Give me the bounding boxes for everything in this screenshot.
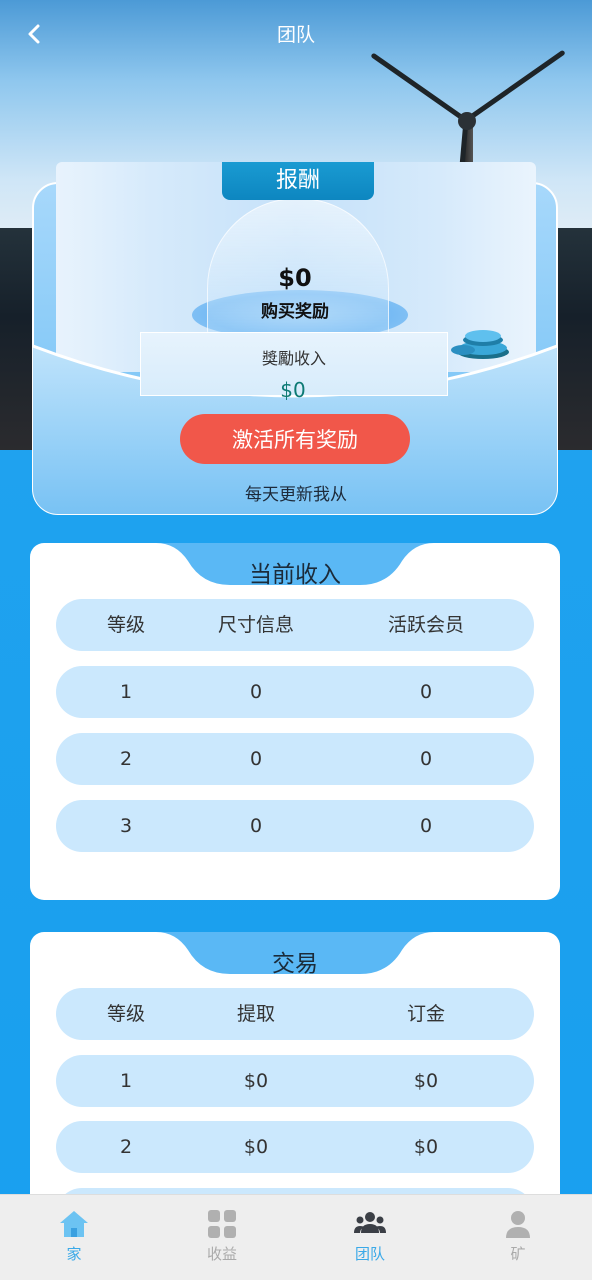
activate-all-rewards-button[interactable]: 激活所有奖励 [180, 414, 410, 464]
nav-item-home[interactable]: 家 [0, 1195, 148, 1280]
bottom-nav: 家 收益 团队 矿 [0, 1194, 592, 1280]
table-row: 3 0 0 [56, 800, 534, 852]
coins-icon [451, 330, 509, 359]
current-income-title: 当前收入 [249, 562, 341, 588]
table-row: 1 0 0 [56, 666, 534, 718]
turbine-hub [458, 112, 476, 130]
header-cell: 提取 [236, 1003, 275, 1025]
size-info-cell: 0 [249, 748, 263, 770]
nav-label-home: 家 [66, 1245, 82, 1263]
header-cell: 尺寸信息 [217, 614, 294, 636]
nav-label-earnings: 收益 [206, 1245, 237, 1263]
active-members-cell: 0 [419, 748, 433, 770]
daily-update-note: 每天更新我从 [245, 485, 347, 505]
trade-title: 交易 [272, 951, 318, 977]
active-members-cell: 0 [419, 815, 433, 837]
level-cell: 2 [119, 1136, 133, 1158]
nav-item-team[interactable]: 团队 [296, 1195, 444, 1280]
level-cell: 3 [119, 815, 133, 837]
deposit-cell: $0 [413, 1136, 439, 1158]
size-info-cell: 0 [249, 681, 263, 703]
withdraw-cell: $0 [243, 1136, 269, 1158]
nav-label-mine: 矿 [510, 1245, 526, 1263]
reward-amount-label: 购买奖励 [261, 302, 329, 322]
table-row: 2 0 0 [56, 733, 534, 785]
level-cell: 1 [119, 681, 133, 703]
reward-income-value: $0 [280, 378, 306, 402]
nav-item-mine[interactable]: 矿 [444, 1195, 592, 1280]
trade-card: 交易 等级 提取 订金 1 $0 $0 2 $0 $0 [30, 932, 560, 1232]
reward-income-label: 獎勵收入 [261, 349, 326, 368]
current-income-card: 当前收入 等级 尺寸信息 活跃会员 1 0 0 2 0 0 3 0 0 [30, 543, 560, 900]
reward-tab-title: 报酬 [222, 162, 374, 200]
top-bar: 团队 [0, 0, 592, 68]
grid-icon [208, 1210, 236, 1238]
level-cell: 2 [119, 748, 133, 770]
header-cell: 等级 [106, 1003, 145, 1025]
header-cell: 订金 [406, 1003, 445, 1025]
team-icon [354, 1212, 386, 1233]
withdraw-cell: $0 [243, 1070, 269, 1092]
table-header-row: 等级 提取 订金 [56, 988, 534, 1040]
home-icon [60, 1211, 88, 1237]
table-row: 2 $0 $0 [56, 1121, 534, 1173]
nav-item-earnings[interactable]: 收益 [148, 1195, 296, 1280]
nav-label-team: 团队 [354, 1245, 385, 1263]
deposit-cell: $0 [413, 1070, 439, 1092]
reward-amount: $0 [278, 264, 312, 292]
table-row: 1 $0 $0 [56, 1055, 534, 1107]
level-cell: 1 [119, 1070, 133, 1092]
size-info-cell: 0 [249, 815, 263, 837]
table-header-row: 等级 尺寸信息 活跃会员 [56, 599, 534, 651]
header-cell: 活跃会员 [387, 614, 464, 636]
page-title: 团队 [276, 24, 315, 46]
active-members-cell: 0 [419, 681, 433, 703]
user-icon [506, 1211, 530, 1238]
header-cell: 等级 [106, 614, 145, 636]
